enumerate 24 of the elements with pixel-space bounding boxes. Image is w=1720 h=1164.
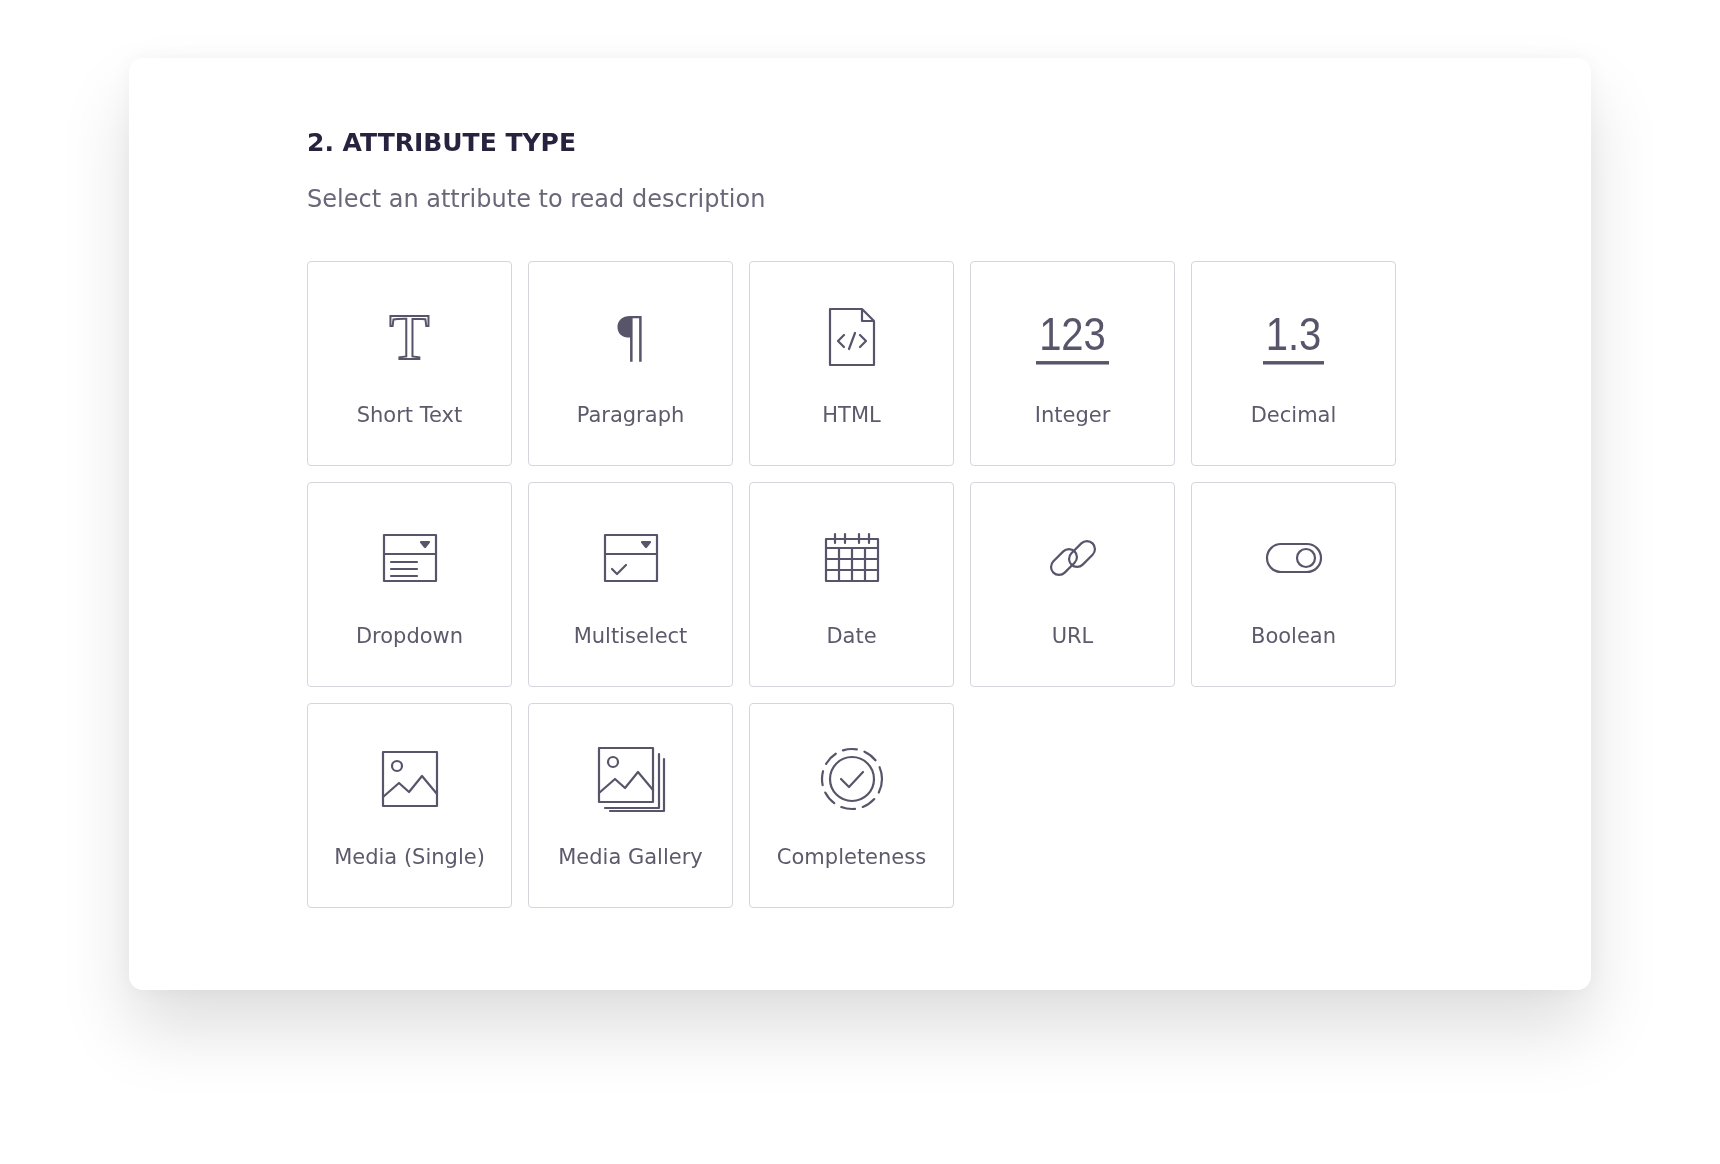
attribute-type-tile[interactable]: Dropdown bbox=[307, 482, 512, 687]
section-subtitle: Select an attribute to read description bbox=[307, 185, 767, 213]
image-icon bbox=[379, 749, 440, 809]
attribute-type-tile[interactable]: Completeness bbox=[749, 703, 954, 908]
attribute-type-tile[interactable]: Media (Single) bbox=[307, 703, 512, 908]
attribute-type-tile[interactable]: HTML bbox=[749, 261, 954, 466]
attribute-type-tile[interactable]: 123 Integer bbox=[970, 261, 1175, 466]
attribute-type-tile[interactable]: T Short Text bbox=[307, 261, 512, 466]
toggle-icon bbox=[1263, 540, 1324, 576]
dropdown-icon bbox=[380, 532, 439, 584]
attribute-type-tile[interactable]: ¶ Paragraph bbox=[528, 261, 733, 466]
multiselect-icon bbox=[601, 532, 660, 584]
dashed-check-circle-icon bbox=[818, 746, 885, 812]
attribute-type-tile[interactable]: 1.3 Decimal bbox=[1191, 261, 1396, 466]
image-gallery-icon bbox=[595, 745, 666, 813]
text-icon: T bbox=[389, 304, 430, 370]
attribute-type-tile[interactable]: Boolean bbox=[1191, 482, 1396, 687]
attribute-type-tile[interactable]: URL bbox=[970, 482, 1175, 687]
section-title: 2. ATTRIBUTE TYPE bbox=[307, 128, 577, 157]
pilcrow-icon: ¶ bbox=[612, 309, 649, 365]
attribute-type-tile[interactable]: Media Gallery bbox=[528, 703, 733, 908]
attribute-type-tile[interactable]: Multiselect bbox=[528, 482, 733, 687]
calendar-icon bbox=[822, 532, 881, 584]
attribute-type-tile[interactable]: Date bbox=[749, 482, 954, 687]
